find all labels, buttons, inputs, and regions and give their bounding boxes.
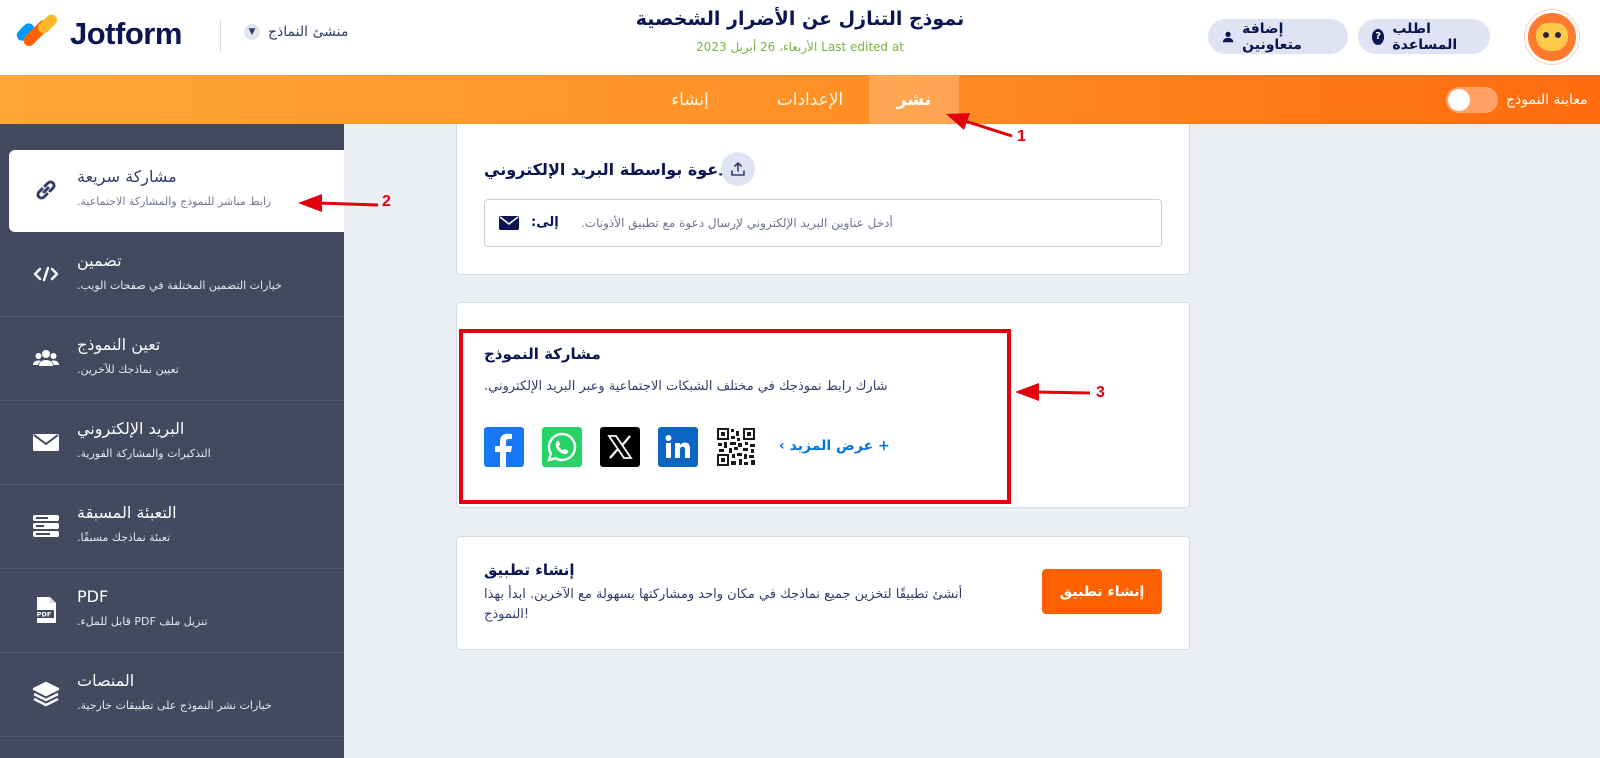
sidebar-item-desc: .خيارات نشر النموذج على تطبيقات خارجية [77, 699, 272, 712]
create-app-title: إنشاء تطبيق [484, 561, 575, 579]
sidebar-item-title: تضمين [77, 251, 122, 270]
upload-icon [731, 162, 745, 176]
sidebar-item-desc: .خيارات التضمين المختلفة في صفحات الويب [77, 279, 282, 292]
sidebar-item-prefill[interactable]: التعبئة المسبقة .تعبئة نماذجك مسبقًا [0, 486, 344, 569]
sidebar-item-platforms[interactable]: المنصات .خيارات نشر النموذج على تطبيقات … [0, 654, 344, 737]
annotation-highlight-box [459, 329, 1011, 504]
jotform-logo-icon [14, 12, 60, 52]
form-title-block: نموذج التنازل عن الأضرار الشخصية الأربعا… [600, 8, 1000, 54]
builder-label: منشئ النماذج [268, 24, 349, 40]
sidebar-item-desc: .تعبئة نماذجك مسبقًا [77, 531, 171, 544]
sidebar-item-desc: .تعيين نماذجك للآخرين [77, 363, 179, 376]
avatar-cat-icon [1536, 23, 1568, 51]
sidebar-item-title: التعبئة المسبقة [77, 503, 177, 522]
annotation-number-3: 3 [1096, 384, 1105, 401]
sidebar-item-quick-share[interactable]: مشاركة سريعة .رابط مباشر للنموذج والمشار… [9, 150, 344, 232]
user-icon [1222, 31, 1234, 42]
sidebar-item-title: تعين النموذج [77, 335, 161, 354]
sidebar-item-assign-form[interactable]: تعين النموذج .تعيين نماذجك للآخرين [0, 318, 344, 401]
link-icon [32, 176, 60, 204]
form-preview-toggle[interactable]: معاينة النموذج [1446, 87, 1588, 113]
help-icon: ? [1372, 28, 1385, 45]
code-icon [32, 260, 60, 288]
get-help-button[interactable]: ? اطلب المساعدة [1358, 19, 1490, 54]
sidebar-item-pdf[interactable]: PDF PDF .قابل للملء PDF تنزيل ملف [0, 570, 344, 653]
add-collaborators-label: إضافة متعاونين [1242, 20, 1302, 53]
last-edited-text: الأربعاء، 26 أبريل 2023 Last edited at [696, 40, 904, 54]
users-icon [32, 344, 60, 372]
tab-publish[interactable]: نشر [869, 75, 959, 124]
form-builder-menu[interactable]: ▼ منشئ النماذج [244, 24, 348, 40]
form-title[interactable]: نموذج التنازل عن الأضرار الشخصية [600, 8, 1000, 30]
add-collaborators-button[interactable]: إضافة متعاونين [1208, 19, 1348, 54]
prefill-icon [32, 512, 60, 540]
annotation-number-1: 1 [1017, 128, 1026, 145]
create-app-button[interactable]: إنشاء تطبيق [1042, 569, 1162, 614]
email-recipients-input[interactable]: :إلى .أدخل عناوين البريد الإلكتروني لإرس… [484, 199, 1162, 247]
brand-name: Jotform [70, 16, 182, 51]
get-help-label: اطلب المساعدة [1392, 20, 1458, 53]
envelope-icon [499, 216, 519, 230]
builder-nav: معاينة النموذج إنشاء الإعدادات نشر [0, 75, 1600, 124]
layers-icon [32, 680, 60, 708]
tab-settings[interactable]: الإعدادات [760, 75, 860, 124]
sidebar-item-title: مشاركة سريعة [77, 167, 177, 186]
sidebar-item-title: البريد الإلكتروني [77, 419, 185, 438]
user-avatar[interactable] [1525, 10, 1579, 64]
header-divider [220, 20, 221, 52]
sidebar-item-embed[interactable]: تضمين .خيارات التضمين المختلفة في صفحات … [0, 234, 344, 317]
sidebar-item-desc: .التذكيرات والمشاركة الفورية [77, 447, 211, 460]
preview-label: معاينة النموذج [1506, 92, 1588, 108]
create-app-desc: أنشئ تطبيقًا لتخزين جميع نماذجك في مكان … [484, 587, 963, 622]
email-invite-title: دعوة بواسطة البريد الإلكتروني [484, 160, 727, 179]
annotation-number-2: 2 [382, 193, 391, 210]
sidebar-item-email[interactable]: البريد الإلكتروني .التذكيرات والمشاركة ا… [0, 402, 344, 485]
chevron-down-icon: ▼ [244, 24, 260, 40]
pdf-icon: PDF [32, 596, 60, 624]
email-placeholder: .أدخل عناوين البريد الإلكتروني لإرسال دع… [581, 216, 893, 230]
upload-button[interactable] [721, 152, 755, 186]
sidebar-item-desc: .قابل للملء PDF تنزيل ملف [77, 615, 208, 628]
envelope-icon [32, 428, 60, 456]
preview-toggle-switch[interactable] [1446, 87, 1498, 113]
top-header: Jotform ▼ منشئ النماذج نموذج التنازل عن … [0, 0, 1600, 75]
sidebar-item-title: PDF [77, 587, 109, 606]
jotform-logo[interactable]: Jotform [14, 12, 182, 52]
create-app-card: إنشاء تطبيق أنشئ تطبيقًا لتخزين جميع نما… [456, 536, 1190, 650]
svg-text:PDF: PDF [37, 611, 52, 619]
email-invite-card: دعوة بواسطة البريد الإلكتروني :إلى .أدخل… [456, 124, 1190, 275]
sidebar-item-desc: .رابط مباشر للنموذج والمشاركة الاجتماعية [77, 195, 272, 208]
sidebar-item-title: المنصات [77, 671, 135, 690]
email-to-label: :إلى [531, 215, 559, 230]
tab-create[interactable]: إنشاء [650, 75, 730, 124]
